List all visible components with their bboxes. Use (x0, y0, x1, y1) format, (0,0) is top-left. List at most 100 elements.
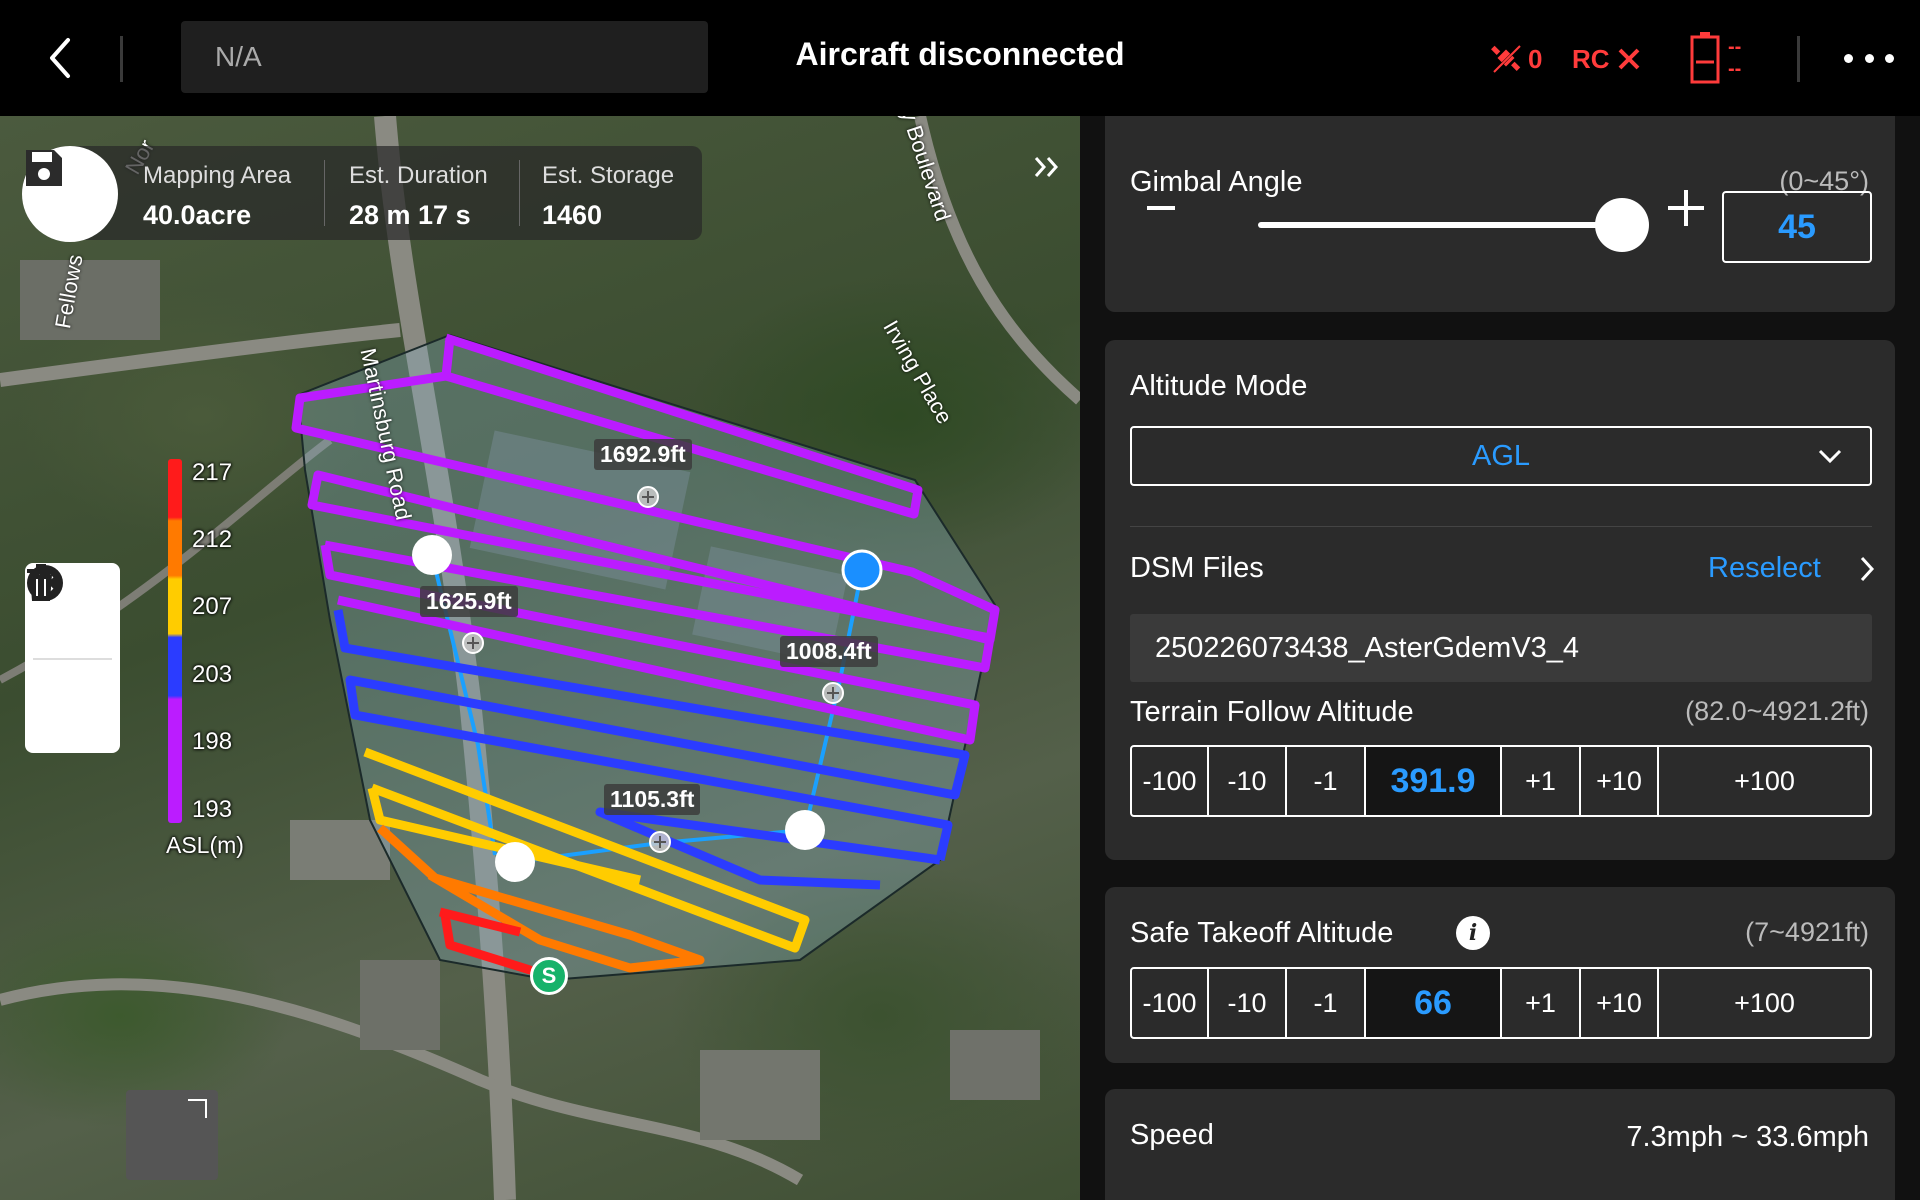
stat-value: 28 m 17 s (349, 200, 471, 230)
gimbal-angle-input[interactable]: 45 (1722, 191, 1872, 263)
double-chevron-right-icon (1034, 157, 1059, 177)
connection-status: Aircraft disconnected (795, 36, 1125, 72)
settings-panel[interactable]: Gimbal Angle (0~45°) 45 Altitude Mode AG… (1080, 116, 1920, 1200)
battery-icon (1690, 32, 1720, 84)
dot-icon (1844, 53, 1853, 63)
legend-tick: 193 (192, 796, 233, 823)
altitude-mode-label: Altitude Mode (1130, 370, 1308, 402)
terrain-follow-stepper: -100 -10 -1 391.9 +1 +10 +100 (1130, 745, 1872, 817)
plus-icon (1668, 190, 1704, 226)
satellite-icon (1491, 44, 1522, 74)
rc-label: RC (1572, 43, 1610, 74)
terrain-follow-label: Terrain Follow Altitude (1130, 696, 1414, 728)
stat-value: 40.0acre (143, 200, 252, 230)
legend-tick: 198 (192, 728, 233, 755)
stat-mapping-area: Mapping Area 40.0acre (143, 162, 291, 231)
increase-button[interactable] (1665, 181, 1707, 243)
save-button[interactable] (22, 146, 118, 242)
safe-takeoff-range: (7~4921ft) (1745, 917, 1869, 947)
minus-icon (1147, 206, 1175, 210)
divider (1130, 526, 1872, 527)
divider (324, 160, 325, 226)
stat-label: Est. Duration (349, 162, 488, 189)
gimbal-angle-card: Gimbal Angle (0~45°) 45 (1105, 116, 1895, 312)
step-plus-100[interactable]: +100 (1659, 969, 1870, 1037)
distance-label: 1625.9ft (420, 586, 518, 617)
minimap-toggle-button[interactable] (126, 1090, 218, 1180)
stat-label: Mapping Area (143, 162, 292, 189)
step-plus-10[interactable]: +10 (1581, 969, 1659, 1037)
safe-takeoff-card: Safe Takeoff Altitude i (7~4921ft) -100 … (1105, 887, 1895, 1063)
legend-unit: ASL(m) (166, 832, 244, 858)
distance-label: 1105.3ft (604, 784, 701, 815)
step-minus-1[interactable]: -1 (1287, 969, 1366, 1037)
terrain-follow-range: (82.0~4921.2ft) (1685, 696, 1869, 726)
expand-panel-button[interactable] (1030, 150, 1070, 204)
start-point-marker[interactable]: S (530, 957, 568, 995)
dot-icon (1885, 53, 1894, 63)
altitude-legend-bar (168, 459, 182, 823)
step-minus-1[interactable]: -1 (1287, 747, 1366, 815)
safe-takeoff-stepper: -100 -10 -1 66 +1 +10 +100 (1130, 967, 1872, 1039)
info-icon[interactable]: i (1456, 916, 1490, 950)
divider (1797, 36, 1800, 82)
rc-status[interactable]: RC (1572, 34, 1642, 84)
delete-button[interactable] (25, 564, 120, 755)
chevron-right-icon[interactable] (1857, 554, 1877, 584)
back-button[interactable] (38, 30, 86, 86)
speed-label: Speed (1130, 1119, 1214, 1151)
dsm-file-field: 250226073438_AsterGdemV3_4 (1130, 614, 1872, 682)
speed-range: 7.3mph ~ 33.6mph (1626, 1121, 1869, 1153)
gps-status[interactable]: 0 (1490, 34, 1542, 84)
speed-card: Speed 7.3mph ~ 33.6mph (1105, 1089, 1895, 1200)
step-minus-10[interactable]: -10 (1209, 969, 1287, 1037)
map-view[interactable]: S Martinsburg Road Irving Place Fellows … (0, 116, 1080, 1200)
legend-tick: 212 (192, 526, 233, 553)
battery-primary-text: -- (1728, 36, 1742, 58)
battery-secondary-text: -- (1728, 58, 1742, 80)
altitude-mode-select[interactable]: AGL (1130, 426, 1872, 486)
safe-takeoff-value[interactable]: 66 (1366, 969, 1502, 1037)
legend-tick: 207 (192, 593, 233, 620)
step-plus-1[interactable]: +1 (1502, 747, 1581, 815)
stat-est-duration: Est. Duration 28 m 17 s (349, 162, 488, 231)
altitude-card: Altitude Mode AGL DSM Files Reselect 250… (1105, 340, 1895, 860)
altitude-mode-value: AGL (1471, 440, 1531, 472)
chevron-down-icon (1818, 449, 1842, 464)
step-plus-10[interactable]: +10 (1581, 747, 1659, 815)
legend-tick: 217 (192, 459, 233, 486)
gps-count: 0 (1528, 43, 1543, 74)
step-minus-100[interactable]: -100 (1132, 747, 1209, 815)
dsm-files-label: DSM Files (1130, 552, 1264, 584)
terrain-follow-value[interactable]: 391.9 (1366, 747, 1502, 815)
divider (519, 160, 520, 226)
mission-stats-card: Mapping Area 40.0acre Est. Duration 28 m… (22, 146, 702, 242)
top-bar: N/A Aircraft disconnected 0 RC -- -- (0, 0, 1920, 116)
more-menu-button[interactable] (1844, 40, 1894, 76)
step-minus-10[interactable]: -10 (1209, 747, 1287, 815)
reselect-link[interactable]: Reselect (1708, 552, 1821, 585)
stat-est-storage: Est. Storage 1460 (542, 162, 674, 231)
safe-takeoff-label: Safe Takeoff Altitude (1130, 917, 1394, 949)
stat-value: 1460 (542, 200, 603, 230)
battery-status[interactable]: -- -- (1688, 30, 1741, 86)
save-icon (26, 150, 62, 186)
map-tools (25, 563, 120, 753)
corner-icon (188, 1099, 207, 1118)
distance-label: 1008.4ft (780, 636, 878, 667)
dot-icon (1864, 53, 1874, 63)
step-plus-1[interactable]: +1 (1502, 969, 1581, 1037)
legend-tick: 203 (192, 661, 233, 688)
flight-path-overlay (0, 116, 1080, 1200)
distance-label: 1692.9ft (594, 439, 692, 470)
mission-name-field[interactable]: N/A (181, 21, 708, 93)
divider (120, 36, 123, 82)
gimbal-slider-track[interactable] (1258, 222, 1622, 228)
stat-label: Est. Storage (542, 162, 675, 189)
decrease-button[interactable] (1143, 181, 1179, 243)
gimbal-slider-knob[interactable] (1595, 198, 1649, 252)
step-plus-100[interactable]: +100 (1659, 747, 1870, 815)
disconnected-x-icon (1618, 48, 1639, 70)
trash-icon (27, 564, 55, 601)
step-minus-100[interactable]: -100 (1132, 969, 1209, 1037)
